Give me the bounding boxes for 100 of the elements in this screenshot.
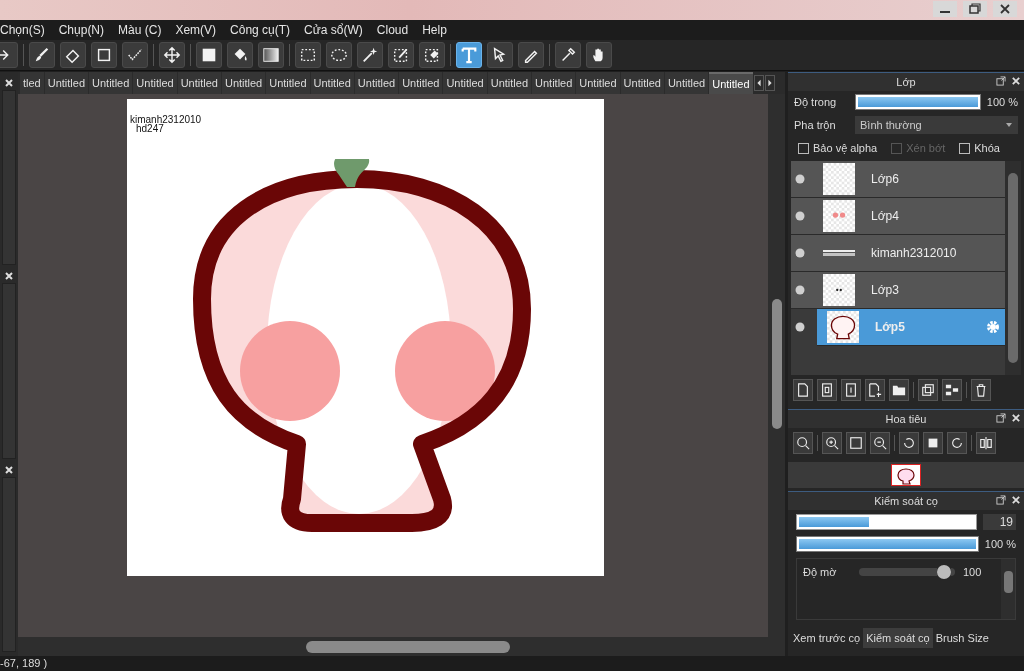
- field-label: Độ trong: [794, 96, 838, 108]
- panel-button[interactable]: [793, 379, 813, 401]
- tool-button[interactable]: [487, 42, 513, 68]
- tool-button[interactable]: [60, 42, 86, 68]
- panel-button[interactable]: [976, 432, 996, 454]
- blend-dropdown[interactable]: Bình thường: [855, 116, 1018, 134]
- panel-button[interactable]: [942, 379, 962, 401]
- panel-button[interactable]: [899, 432, 919, 454]
- cursor-coordinates: -67, 189 ): [0, 657, 48, 669]
- menu-item[interactable]: Help: [422, 23, 447, 37]
- slider-thumb[interactable]: [936, 565, 951, 579]
- duplicate-icon: [921, 383, 935, 397]
- brush-size-slider[interactable]: [796, 514, 977, 530]
- tool-button[interactable]: [196, 42, 222, 68]
- tool-button[interactable]: [518, 42, 544, 68]
- size-value[interactable]: 19: [983, 514, 1016, 530]
- layer-row[interactable]: Lớp6: [791, 161, 1005, 198]
- close-icon[interactable]: [4, 78, 14, 88]
- restore-icon[interactable]: [962, 1, 988, 17]
- tool-button[interactable]: [29, 42, 55, 68]
- document-tab[interactable]: Untitled: [576, 72, 620, 94]
- document-tab[interactable]: Untitled: [44, 72, 89, 94]
- document-tab[interactable]: Untitled: [487, 72, 531, 94]
- menu-item[interactable]: Xem(V): [175, 23, 217, 37]
- parameter-scrollbar[interactable]: [1001, 559, 1015, 619]
- slider-value: 100 %: [986, 96, 1018, 108]
- document-tab[interactable]: Untitled: [620, 72, 664, 94]
- panel-button[interactable]: [971, 379, 991, 401]
- menu-item[interactable]: Màu (C): [118, 23, 162, 37]
- canvas-text: hd247: [136, 124, 164, 133]
- tool-button[interactable]: [258, 42, 284, 68]
- navigator-thumbnail: [891, 464, 921, 486]
- tool-button[interactable]: [159, 42, 185, 68]
- panel-button[interactable]: [822, 432, 842, 454]
- slider-value: 100: [963, 566, 982, 578]
- close-icon: [1011, 413, 1021, 423]
- checkbox-label: Bảo vệ alpha: [813, 142, 878, 154]
- menu-item[interactable]: Chọn(S): [0, 23, 45, 37]
- tool-button[interactable]: [227, 42, 253, 68]
- layer-name: kimanh2312010: [871, 246, 957, 260]
- document-tab[interactable]: tled: [20, 72, 44, 94]
- visibility-dot-icon: [795, 174, 805, 184]
- panel-button[interactable]: [817, 379, 837, 401]
- tool-button[interactable]: [586, 42, 612, 68]
- panel-button[interactable]: [889, 379, 909, 401]
- document-tab[interactable]: Untitled: [399, 72, 443, 94]
- magic-wand-icon: [361, 46, 379, 64]
- tool-button[interactable]: [91, 42, 117, 68]
- gear-icon: [985, 319, 1001, 335]
- close-icon[interactable]: [4, 464, 14, 475]
- menu-item[interactable]: Công cụ(T): [230, 23, 291, 37]
- document-tab[interactable]: Untitled: [133, 72, 177, 94]
- field-label: Độ mờ: [803, 566, 838, 578]
- tool-button[interactable]: [295, 42, 321, 68]
- panel-button[interactable]: [918, 379, 938, 401]
- document-tab[interactable]: Untitled: [266, 72, 310, 94]
- tool-button[interactable]: [326, 42, 352, 68]
- menu-item[interactable]: Cloud: [376, 23, 409, 37]
- checkbox[interactable]: [798, 142, 809, 154]
- panel-button[interactable]: [841, 379, 861, 401]
- layer-row[interactable]: Lớp4: [791, 198, 1005, 235]
- document-tab[interactable]: Untitled: [177, 72, 221, 94]
- tool-button[interactable]: [419, 42, 445, 68]
- document-tab[interactable]: Untitled: [443, 72, 487, 94]
- document-tab[interactable]: Untitled: [532, 72, 576, 94]
- layer-row[interactable]: kimanh2312010: [791, 235, 1005, 272]
- close-icon[interactable]: [992, 1, 1018, 17]
- document-tab[interactable]: Untitled: [354, 72, 399, 94]
- panel-button[interactable]: [793, 432, 813, 454]
- checkbox[interactable]: [959, 142, 971, 154]
- scroll-right-button[interactable]: [764, 75, 775, 91]
- parameter-slider[interactable]: [859, 565, 955, 579]
- document-tab[interactable]: Untitled: [221, 72, 266, 94]
- horizontal-scrollbar[interactable]: [18, 637, 785, 656]
- zoom-out-icon: [873, 436, 887, 450]
- document-tab[interactable]: Untitled: [709, 72, 753, 94]
- panel-button[interactable]: [865, 379, 885, 401]
- tool-button[interactable]: [357, 42, 383, 68]
- scroll-left-button[interactable]: [753, 75, 764, 91]
- document-tab[interactable]: Untitled: [310, 72, 354, 94]
- text-icon: [460, 46, 478, 64]
- menu-item[interactable]: Chụp(N): [58, 23, 105, 37]
- tool-button[interactable]: [388, 42, 414, 68]
- folder-icon: [892, 383, 906, 397]
- tool-button[interactable]: [122, 42, 148, 68]
- panel-button[interactable]: [870, 432, 890, 454]
- close-icon: [1011, 495, 1021, 505]
- panel-button[interactable]: [923, 432, 943, 454]
- panel-button[interactable]: [846, 432, 866, 454]
- layer-scrollbar[interactable]: [1005, 161, 1021, 375]
- panel-tab[interactable]: Kiểm soát cọ: [863, 628, 933, 648]
- close-icon[interactable]: [4, 271, 14, 282]
- minimize-icon[interactable]: [932, 1, 958, 17]
- document-tab[interactable]: Untitled: [664, 72, 709, 94]
- tool-button[interactable]: [555, 42, 581, 68]
- select-pen-icon: [392, 46, 410, 64]
- layer-row[interactable]: Lớp3: [791, 272, 1005, 309]
- document-tab[interactable]: Untitled: [89, 72, 133, 94]
- panel-button[interactable]: [947, 432, 967, 454]
- menu-item[interactable]: Cửa sổ(W): [304, 23, 363, 37]
